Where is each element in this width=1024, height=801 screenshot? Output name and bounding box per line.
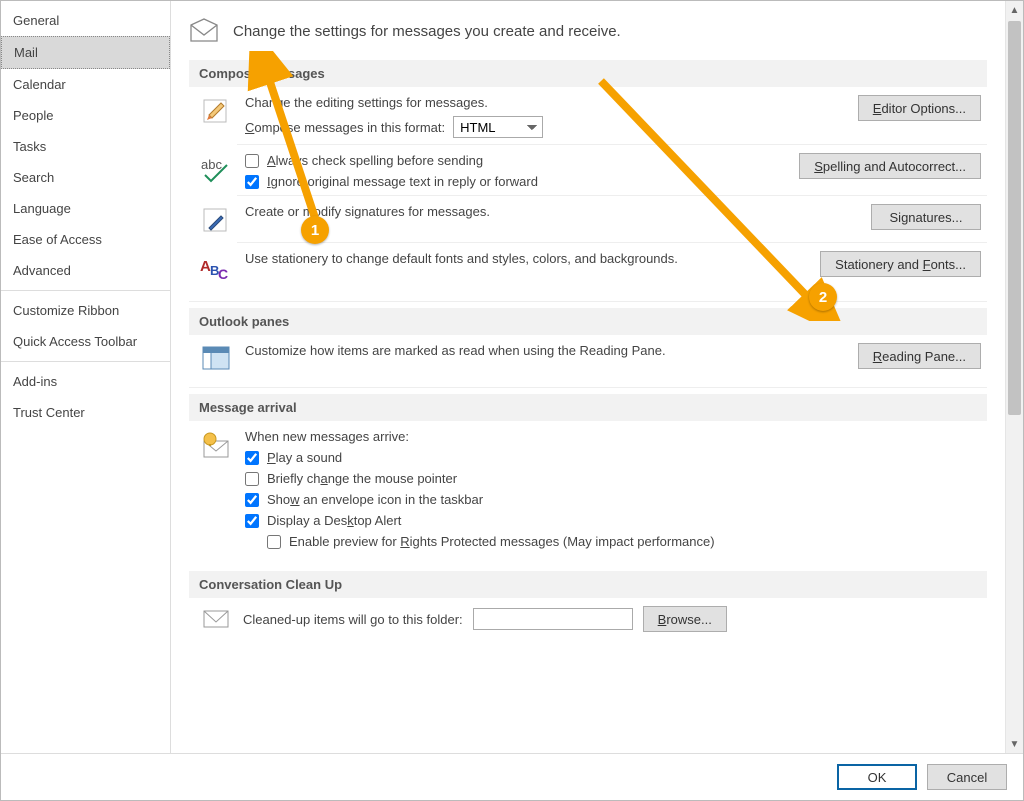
options-dialog: General Mail Calendar People Tasks Searc…	[0, 0, 1024, 801]
spelling-autocorrect-button[interactable]: Spelling and Autocorrect...	[799, 153, 981, 179]
svg-text:C: C	[218, 266, 228, 281]
svg-text:abc: abc	[201, 157, 222, 172]
vertical-scrollbar[interactable]: ▲ ▼	[1005, 1, 1023, 753]
panes-desc: Customize how items are marked as read w…	[245, 343, 846, 358]
section-arrival: Message arrival When new messages arrive…	[189, 394, 987, 565]
editor-options-button[interactable]: Editor Options...	[858, 95, 981, 121]
scroll-track[interactable]	[1006, 19, 1023, 735]
browse-button[interactable]: Browse...	[643, 606, 727, 632]
desktop-alert-checkbox[interactable]: Display a Desktop Alert	[245, 513, 987, 528]
envelope-icon	[189, 17, 219, 46]
section-header-panes: Outlook panes	[189, 308, 987, 335]
divider	[1, 290, 170, 291]
signatures-button[interactable]: Signatures...	[871, 204, 981, 230]
annotation-badge-2: 2	[809, 283, 837, 311]
sidebar-item-trust-center[interactable]: Trust Center	[1, 397, 170, 428]
edit-icon	[199, 95, 233, 127]
section-header-cleanup: Conversation Clean Up	[189, 571, 987, 598]
scroll-down-icon[interactable]: ▼	[1006, 735, 1023, 753]
options-main: Change the settings for messages you cre…	[171, 1, 1023, 753]
sidebar-item-tasks[interactable]: Tasks	[1, 131, 170, 162]
sidebar-item-general[interactable]: General	[1, 5, 170, 36]
section-header-arrival: Message arrival	[189, 394, 987, 421]
ignore-original-checkbox[interactable]: Ignore original message text in reply or…	[245, 174, 787, 189]
preview-rights-checkbox[interactable]: Enable preview for Rights Protected mess…	[267, 534, 987, 549]
reading-pane-button[interactable]: Reading Pane...	[858, 343, 981, 369]
brief-change-checkbox[interactable]: Briefly change the mouse pointer	[245, 471, 987, 486]
signature-icon	[199, 204, 233, 236]
sidebar-item-search[interactable]: Search	[1, 162, 170, 193]
cleanup-desc: Cleaned-up items will go to this folder:	[243, 612, 463, 627]
sidebar-item-ease-of-access[interactable]: Ease of Access	[1, 224, 170, 255]
cancel-button[interactable]: Cancel	[927, 764, 1007, 790]
annotation-badge-1: 1	[301, 216, 329, 244]
scroll-up-icon[interactable]: ▲	[1006, 1, 1023, 19]
stationery-icon: ABC	[199, 251, 233, 281]
stationery-fonts-button[interactable]: Stationery and Fonts...	[820, 251, 981, 277]
play-sound-checkbox[interactable]: Play a sound	[245, 450, 987, 465]
envelope-taskbar-checkbox[interactable]: Show an envelope icon in the taskbar	[245, 492, 987, 507]
page-title: Change the settings for messages you cre…	[233, 23, 621, 40]
sidebar-item-quick-access[interactable]: Quick Access Toolbar	[1, 326, 170, 357]
section-cleanup: Conversation Clean Up Cleaned-up items w…	[189, 571, 987, 632]
envelope-small-icon	[199, 610, 233, 628]
stationery-desc: Use stationery to change default fonts a…	[245, 251, 808, 266]
sidebar-item-people[interactable]: People	[1, 100, 170, 131]
arrival-intro: When new messages arrive:	[245, 429, 987, 444]
sidebar-item-language[interactable]: Language	[1, 193, 170, 224]
section-compose: Compose messages Change the editing sett…	[189, 60, 987, 302]
bell-envelope-icon	[199, 429, 233, 461]
ok-button[interactable]: OK	[837, 764, 917, 790]
signatures-desc: Create or modify signatures for messages…	[245, 204, 859, 219]
cleanup-folder-input[interactable]	[473, 608, 633, 630]
abc-check-icon: abc	[199, 153, 233, 185]
section-header-compose: Compose messages	[189, 60, 987, 87]
always-check-spelling-checkbox[interactable]: Always check spelling before sending	[245, 153, 787, 168]
scroll-thumb[interactable]	[1008, 21, 1021, 415]
sidebar-item-add-ins[interactable]: Add-ins	[1, 366, 170, 397]
panes-icon	[199, 343, 233, 371]
sidebar-item-mail[interactable]: Mail	[1, 36, 170, 69]
options-sidebar: General Mail Calendar People Tasks Searc…	[1, 1, 171, 753]
divider	[1, 361, 170, 362]
section-panes: Outlook panes Customize how items are ma…	[189, 308, 987, 388]
sidebar-item-customize-ribbon[interactable]: Customize Ribbon	[1, 295, 170, 326]
page-header: Change the settings for messages you cre…	[189, 17, 987, 46]
sidebar-item-calendar[interactable]: Calendar	[1, 69, 170, 100]
sidebar-item-advanced[interactable]: Advanced	[1, 255, 170, 286]
editing-desc: Change the editing settings for messages…	[245, 95, 846, 110]
compose-format-combo[interactable]: HTML	[453, 116, 543, 138]
compose-format-label: Compose messages in this format:	[245, 120, 445, 135]
dialog-footer: OK Cancel	[1, 753, 1023, 800]
